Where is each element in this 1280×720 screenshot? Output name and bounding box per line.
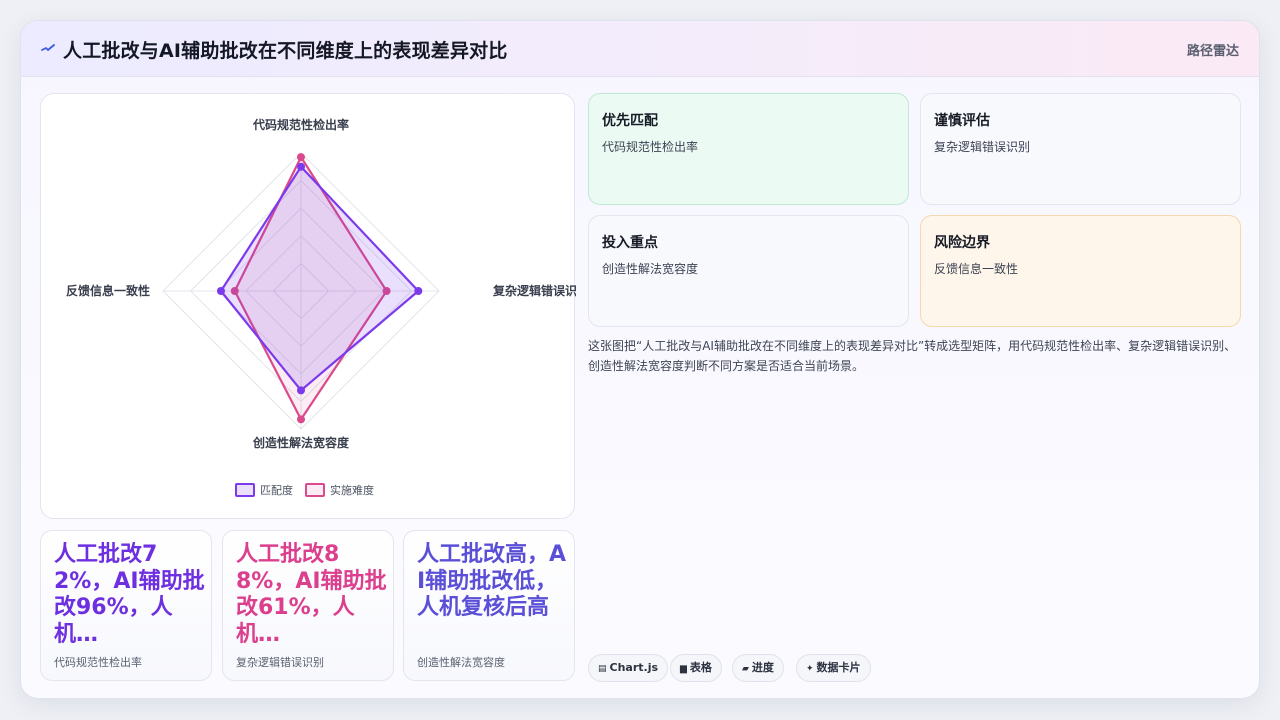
data-point <box>297 386 305 395</box>
recommendation-body: 复杂逻辑错误识别 <box>934 140 1031 154</box>
stat-value: 人工批改88%，AI辅助批改61%，人机… <box>236 542 387 647</box>
chip-label: 表格 <box>689 661 712 674</box>
chip-data-cards[interactable]: ✦ 数据卡片 <box>796 654 871 682</box>
legend-label: 匹配度 <box>260 483 293 497</box>
recommendation-heading: 优先匹配 <box>602 113 658 129</box>
data-point <box>216 287 225 295</box>
recommendation-investment[interactable]: 投入重点 创造性解法宽容度 <box>588 215 909 327</box>
recommendation-risk[interactable]: 风险边界 反馈信息一致性 <box>920 215 1241 327</box>
dashboard-frame: 人工批改与AI辅助批改在不同维度上的表现差异对比 路径雷达 代码规范性检出率复杂… <box>20 20 1260 699</box>
stat-card-creative-tolerance: 人工批改高，AI辅助批改低，人机复核后高 创造性解法宽容度 <box>403 530 575 681</box>
sparkle-icon: ✦ <box>806 664 814 674</box>
recommendation-priority[interactable]: 优先匹配 代码规范性检出率 <box>588 93 909 205</box>
stat-label: 复杂逻辑错误识别 <box>236 656 324 669</box>
recommendation-body: 代码规范性检出率 <box>602 140 699 154</box>
axis-label: 复杂逻辑错误识别 <box>492 283 576 298</box>
stat-value: 人工批改高，AI辅助批改低，人机复核后高 <box>417 542 567 620</box>
page-title: 人工批改与AI辅助批改在不同维度上的表现差异对比 <box>63 40 508 62</box>
chip-progress[interactable]: ▰ 进度 <box>732 654 784 682</box>
axis-label: 反馈信息一致性 <box>66 283 150 298</box>
series-area <box>219 165 420 392</box>
stat-label: 创造性解法宽容度 <box>417 656 505 669</box>
data-point <box>297 153 305 162</box>
recommendation-heading: 风险边界 <box>934 235 990 251</box>
radar-chart-card: 代码规范性检出率复杂逻辑错误识别创造性解法宽容度 反馈信息一致性匹配度 实施难度 <box>40 93 576 519</box>
data-point <box>297 162 305 171</box>
stat-card-code-style: 人工批改72%，AI辅助批改96%，人机… 代码规范性检出率 <box>40 530 212 681</box>
recommendation-heading: 投入重点 <box>602 235 658 251</box>
pulse-icon <box>41 44 55 51</box>
legend-swatch <box>235 483 255 497</box>
axis-label: 创造性解法宽容度 <box>252 435 350 450</box>
table-icon: ▆ <box>680 664 687 674</box>
stat-label: 代码规范性检出率 <box>54 656 142 669</box>
stat-card-logic-errors: 人工批改88%，AI辅助批改61%，人机… 复杂逻辑错误识别 <box>222 530 394 681</box>
stat-value: 人工批改72%，AI辅助批改96%，人机… <box>54 542 205 647</box>
recommendation-caution[interactable]: 谨慎评估 复杂逻辑错误识别 <box>920 93 1241 205</box>
legend-label: 实施难度 <box>330 483 374 497</box>
chip-label: 进度 <box>751 661 774 674</box>
chip-label: Chart.js <box>609 661 659 674</box>
recommendation-body: 反馈信息一致性 <box>934 262 1019 276</box>
chip-label: 数据卡片 <box>816 661 861 674</box>
legend-swatch <box>305 483 325 497</box>
chip-chartjs[interactable]: ▤ Chart.js <box>588 654 669 682</box>
axis-label: 代码规范性检出率 <box>252 117 349 132</box>
header-bar: 人工批改与AI辅助批改在不同维度上的表现差异对比 路径雷达 <box>21 21 1259 77</box>
recommendation-heading: 谨慎评估 <box>934 113 990 129</box>
data-point <box>297 415 305 424</box>
chart-icon: ▤ <box>598 664 607 674</box>
chart-description: 这张图把“人工批改与AI辅助批改在不同维度上的表现差异对比”转成选型矩阵，用代码… <box>588 339 1237 373</box>
recommendation-body: 创造性解法宽容度 <box>602 262 699 276</box>
chip-table[interactable]: ▆ 表格 <box>670 654 722 682</box>
data-point <box>414 287 423 295</box>
view-mode-badge[interactable]: 路径雷达 <box>1187 40 1239 59</box>
radar-chart: 代码规范性检出率复杂逻辑错误识别创造性解法宽容度 反馈信息一致性匹配度 实施难度 <box>66 117 576 497</box>
progress-icon: ▰ <box>742 664 749 674</box>
